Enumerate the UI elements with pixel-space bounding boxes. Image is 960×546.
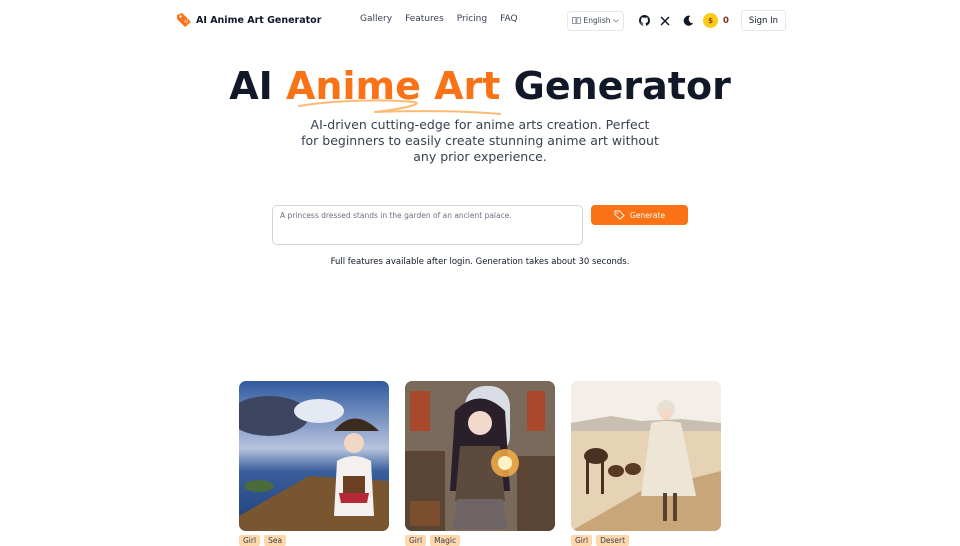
- header-tools: English $ 0 Sign In: [567, 10, 786, 31]
- gallery-card[interactable]: Girl Desert: [571, 381, 721, 546]
- github-button[interactable]: [635, 12, 653, 30]
- brand-name: AI Anime Art Generator: [196, 14, 322, 26]
- theme-toggle-button[interactable]: [679, 12, 697, 30]
- tag[interactable]: Girl: [405, 535, 427, 546]
- generate-button-label: Generate: [629, 210, 666, 220]
- tag[interactable]: Desert: [596, 535, 630, 546]
- gallery-card[interactable]: Girl Magic: [405, 381, 555, 546]
- sign-in-button[interactable]: Sign In: [740, 10, 786, 31]
- language-icon: [572, 17, 582, 24]
- svg-text:AI: AI: [184, 19, 188, 24]
- brand[interactable]: AI AI Anime Art Generator: [176, 12, 321, 28]
- prompt-input[interactable]: [272, 205, 583, 245]
- title-part-1: AI: [229, 64, 273, 108]
- language-label: English: [583, 16, 611, 25]
- gallery-image-sea[interactable]: [239, 381, 389, 531]
- login-hint: Full features available after login. Gen…: [330, 257, 630, 267]
- gallery-card[interactable]: Girl Sea: [239, 381, 389, 546]
- gallery-image-magic[interactable]: [405, 381, 555, 531]
- tag[interactable]: Girl: [239, 535, 261, 546]
- site-header: AI AI Anime Art Generator Gallery Featur…: [0, 0, 960, 40]
- tag[interactable]: Girl: [571, 535, 593, 546]
- tag-list: Girl Sea: [239, 535, 389, 546]
- moon-icon: [683, 15, 693, 26]
- chevron-down-icon: [612, 18, 619, 22]
- tag-list: Girl Desert: [571, 535, 721, 546]
- title-underline-decoration: [298, 99, 501, 115]
- tag[interactable]: Magic: [430, 535, 461, 546]
- tag-icon: [614, 210, 625, 220]
- gallery-image-desert[interactable]: [571, 381, 721, 531]
- credits-count: 0: [723, 15, 729, 26]
- coin-icon: $: [703, 13, 718, 28]
- language-select[interactable]: English: [567, 10, 624, 31]
- github-icon: [638, 15, 650, 26]
- x-twitter-button[interactable]: [656, 12, 674, 30]
- nav-pricing[interactable]: Pricing: [457, 14, 487, 24]
- main-nav: Gallery Features Pricing FAQ: [360, 14, 531, 24]
- x-icon: [660, 15, 670, 26]
- tag[interactable]: Sea: [264, 535, 287, 546]
- gallery: Girl Sea Girl Magic Girl Desert: [239, 381, 721, 546]
- nav-features[interactable]: Features: [405, 14, 444, 24]
- tag-list: Girl Magic: [405, 535, 555, 546]
- nav-gallery[interactable]: Gallery: [360, 14, 392, 24]
- price-tag-logo-icon: AI: [177, 13, 191, 27]
- generate-button[interactable]: Generate: [591, 205, 688, 225]
- title-part-2: Generator: [513, 64, 731, 108]
- nav-faq[interactable]: FAQ: [500, 14, 517, 24]
- hero-subtitle: AI-driven cutting-edge for anime arts cr…: [301, 117, 659, 164]
